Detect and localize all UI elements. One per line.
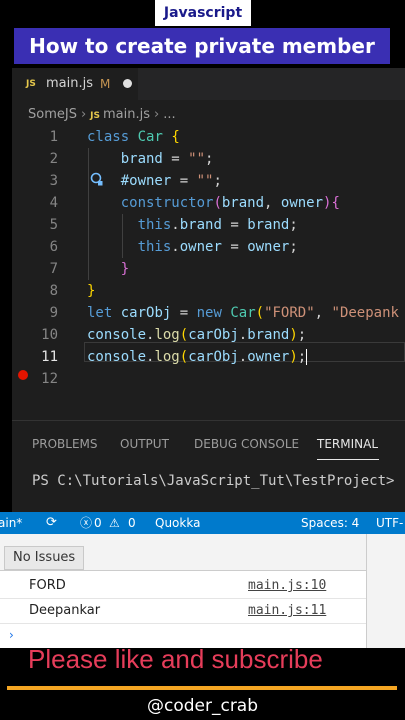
line-number: 1 [49, 129, 58, 145]
issues-button[interactable]: No Issues [4, 546, 85, 570]
status-bar: ain* ⟳ ⓧ 0 ⚠ 0 Quokka Spaces: 4 UTF- [0, 512, 405, 534]
line-number: 8 [49, 283, 58, 299]
console-filter-bar: No Issues [0, 534, 366, 571]
console-row: FORD main.js:10 [0, 574, 366, 599]
line-number: 7 [49, 261, 58, 277]
line-number: 11 [41, 349, 58, 365]
editor-tab-bar: JS main.js M [12, 68, 405, 100]
breadcrumb-file[interactable]: main.js [103, 107, 150, 122]
line-number: 3 [49, 173, 58, 189]
code-editor: JS main.js M SomeJS › JS main.js ›... 123456… [12, 68, 405, 420]
language-label: Javascript [155, 0, 251, 26]
chevron-right-icon: › [80, 107, 87, 122]
code-line[interactable]: let carObj = new Car("FORD", "Deepank [87, 302, 399, 324]
code-line[interactable]: this.brand = brand; [87, 214, 298, 236]
line-number: 4 [49, 195, 58, 211]
console-message: Deepankar [29, 603, 101, 618]
source-link[interactable]: main.js:11 [248, 599, 326, 623]
chevron-right-icon: › [154, 107, 160, 122]
code-line[interactable]: this.owner = owner; [87, 236, 298, 258]
breakpoint-icon[interactable] [18, 370, 28, 380]
code-line[interactable]: constructor(brand, owner){ [87, 192, 340, 214]
code-line[interactable]: class Car { [87, 126, 180, 148]
status-errors: 0 [94, 516, 102, 530]
console-prompt-icon[interactable]: › [9, 628, 14, 642]
status-branch[interactable]: ain* [0, 512, 22, 534]
modified-badge: M [100, 77, 111, 91]
tab-output[interactable]: OUTPUT [120, 437, 169, 451]
sync-icon[interactable]: ⟳ [46, 512, 57, 534]
js-file-icon: JS [90, 111, 100, 121]
status-encoding[interactable]: UTF- [376, 512, 403, 534]
terminal-prompt[interactable]: PS C:\Tutorials\JavaScript_Tut\TestProje… [32, 473, 394, 489]
subscribe-caption: Please like and subscribe [28, 644, 323, 674]
warning-icon[interactable]: ⚠ [109, 512, 120, 534]
tab-filename: main.js [46, 76, 93, 91]
footer-divider [7, 686, 397, 690]
line-number: 5 [49, 217, 58, 233]
error-icon[interactable]: ⓧ [80, 512, 92, 534]
line-number: 10 [41, 327, 58, 343]
editor-tab-main-js[interactable]: JS main.js M [12, 68, 138, 100]
code-line[interactable]: console.log(carObj.brand); [87, 324, 306, 346]
line-number: 9 [49, 305, 58, 321]
tab-terminal[interactable]: TERMINAL [317, 437, 378, 451]
console-row: Deepankar main.js:11 [0, 599, 366, 624]
status-spaces[interactable]: Spaces: 4 [301, 512, 359, 534]
code-line[interactable]: console.log(carObj.owner); [87, 346, 308, 368]
code-line[interactable]: #owner = ""; [87, 170, 222, 192]
status-quokka[interactable]: Quokka [155, 512, 200, 534]
tab-debug-console[interactable]: DEBUG CONSOLE [194, 437, 299, 451]
code-line[interactable]: } [87, 258, 129, 280]
code-line[interactable]: brand = ""; [87, 148, 214, 170]
console-message: FORD [29, 578, 66, 593]
active-tab-indicator [317, 459, 379, 460]
devtools-console: No Issues FORD main.js:10 Deepankar main… [0, 534, 405, 648]
breadcrumb-tail[interactable]: ... [163, 107, 175, 122]
video-title: How to create private member [14, 28, 390, 64]
unsaved-dot-icon[interactable] [123, 79, 132, 88]
breadcrumb: SomeJS › JS main.js ›... [28, 106, 176, 124]
tab-problems[interactable]: PROBLEMS [32, 437, 98, 451]
line-number: 2 [49, 151, 58, 167]
bottom-panel: PROBLEMS OUTPUT DEBUG CONSOLE TERMINAL P… [12, 420, 405, 513]
source-link[interactable]: main.js:10 [248, 574, 326, 598]
lightbulb-icon[interactable] [90, 172, 104, 186]
breadcrumb-folder[interactable]: SomeJS [28, 107, 77, 122]
code-line[interactable]: } [87, 280, 95, 302]
status-warnings: 0 [128, 516, 136, 530]
channel-handle: @coder_crab [146, 696, 259, 716]
js-file-icon: JS [26, 79, 36, 89]
console-side-area [366, 534, 405, 648]
line-number: 6 [49, 239, 58, 255]
